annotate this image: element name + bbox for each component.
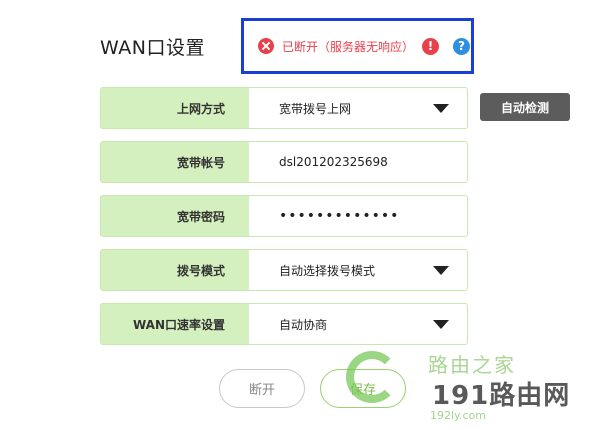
dropdown-arrow-icon[interactable] bbox=[433, 266, 449, 275]
password-label: 宽带密码 bbox=[101, 196, 249, 236]
disconnect-button[interactable]: 断开 bbox=[219, 369, 305, 408]
connection-status-text: 已断开（服务器无响应） bbox=[282, 39, 415, 54]
help-icon[interactable]: ? bbox=[453, 37, 471, 55]
dropdown-arrow-icon[interactable] bbox=[433, 320, 449, 329]
form-row-wan-speed[interactable]: WAN口速率设置 自动协商 bbox=[100, 303, 468, 345]
wan-speed-value: 自动协商 bbox=[279, 317, 328, 332]
account-label: 宽带帐号 bbox=[101, 142, 249, 182]
auto-detect-button[interactable]: 自动检测 bbox=[480, 93, 570, 121]
dial-mode-select[interactable]: 自动选择拨号模式 bbox=[249, 250, 467, 290]
account-value: dsl201202325698 bbox=[279, 155, 388, 169]
error-icon bbox=[258, 38, 274, 54]
dropdown-arrow-icon[interactable] bbox=[433, 104, 449, 113]
form-row-account[interactable]: 宽带帐号 dsl201202325698 bbox=[100, 141, 468, 183]
wan-speed-label: WAN口速率设置 bbox=[101, 304, 249, 344]
form-row-dial-mode[interactable]: 拨号模式 自动选择拨号模式 bbox=[100, 249, 468, 291]
password-value: ••••••••••••• bbox=[279, 208, 400, 224]
form-row-connection-type[interactable]: 上网方式 宽带拨号上网 bbox=[100, 87, 468, 129]
dial-mode-value: 自动选择拨号模式 bbox=[279, 263, 376, 278]
warning-icon[interactable]: ! bbox=[422, 37, 440, 55]
watermark-text-url: 192ly.com bbox=[430, 409, 486, 422]
account-input[interactable]: dsl201202325698 bbox=[249, 142, 467, 182]
watermark-text-primary: 路由之家 bbox=[428, 353, 516, 377]
connection-type-value: 宽带拨号上网 bbox=[279, 101, 352, 116]
watermark-text-brand: 191路由网 bbox=[432, 381, 571, 411]
connection-type-label: 上网方式 bbox=[101, 88, 249, 128]
wan-speed-select[interactable]: 自动协商 bbox=[249, 304, 467, 344]
form-row-password[interactable]: 宽带密码 ••••••••••••• bbox=[100, 195, 468, 237]
connection-type-select[interactable]: 宽带拨号上网 bbox=[249, 88, 467, 128]
connection-status-box: 已断开（服务器无响应） ! ? bbox=[241, 18, 474, 74]
dial-mode-label: 拨号模式 bbox=[101, 250, 249, 290]
save-button[interactable]: 保存 bbox=[320, 369, 406, 408]
page-title: WAN口设置 bbox=[100, 37, 205, 59]
password-input[interactable]: ••••••••••••• bbox=[249, 196, 467, 236]
